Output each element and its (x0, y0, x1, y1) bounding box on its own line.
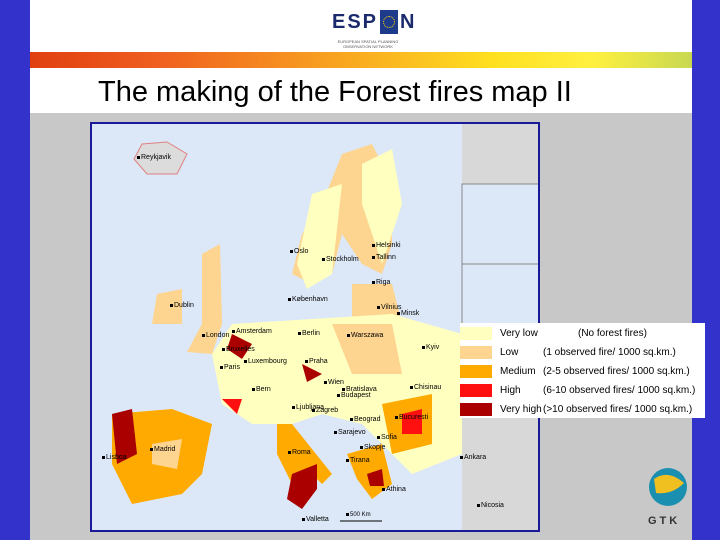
color-swatch (460, 326, 492, 340)
city-label: Valletta (302, 516, 329, 523)
city-label: Sofia (377, 434, 397, 441)
slide-header: ESP N EUROPEAN SPATIAL PLANNING OBSERVAT… (30, 0, 692, 52)
legend-desc: (>10 observed fires/ 1000 sq.km.) (543, 403, 693, 415)
city-label: Skopje (360, 444, 385, 451)
color-swatch (460, 383, 492, 397)
city-label: Tirana (346, 457, 370, 464)
legend-desc: (1 observed fire/ 1000 sq.km.) (543, 346, 676, 358)
logo-text: ESP (332, 10, 379, 33)
logo-text: N (400, 10, 417, 33)
legend-desc: (2-5 observed fires/ 1000 sq.km.) (543, 365, 690, 377)
scale-label: 500 Km (346, 512, 371, 518)
legend-label: Very high (500, 403, 542, 415)
legend-item-low: Low (1 observed fire/ 1000 sq.km.) (460, 343, 676, 361)
city-label: Chisinau (410, 384, 441, 391)
color-swatch (460, 364, 492, 378)
city-label: Athina (382, 486, 406, 493)
eu-flag-icon (380, 10, 399, 34)
slide-title: The making of the Forest fires map II (98, 76, 572, 108)
city-label: Ankara (460, 454, 486, 461)
inset-map (461, 183, 538, 265)
city-label: Madrid (150, 446, 175, 453)
legend-item-medium: Medium (2-5 observed fires/ 1000 sq.km.) (460, 362, 690, 380)
city-label: Lisboa (102, 454, 127, 461)
city-label: Nicosia (477, 502, 504, 509)
city-label: Berlin (298, 330, 320, 337)
city-label: Budapest (337, 392, 371, 399)
city-label: Bruxelles (222, 346, 255, 353)
city-label: Dublin (170, 302, 194, 309)
city-label: Paris (220, 364, 240, 371)
city-label: København (288, 296, 328, 303)
city-label: Riga (372, 279, 390, 286)
color-swatch (460, 402, 492, 416)
espon-logo: ESP N (332, 10, 416, 34)
city-label: London (202, 332, 229, 339)
city-label: Reykjavik (137, 154, 171, 161)
city-label: Praha (305, 358, 328, 365)
norway (297, 184, 342, 289)
city-label: Bucuresti (395, 414, 428, 421)
city-label: Wien (324, 379, 344, 386)
left-border (0, 0, 30, 540)
legend-item-high: High (6-10 observed fires/ 1000 sq.km.) (460, 381, 695, 399)
city-label: Stockholm (322, 256, 359, 263)
gtk-text: GTK (648, 515, 681, 527)
city-label: Luxembourg (244, 358, 287, 365)
map-legend: Very low (No forest fires) Low (1 observed… (460, 323, 705, 418)
logo-tagline: EUROPEAN SPATIAL PLANNING OBSERVATION NE… (337, 39, 399, 49)
central-spain (152, 439, 182, 469)
legend-label: Medium (500, 365, 536, 377)
right-border (692, 0, 720, 540)
legend-label: High (500, 384, 521, 396)
city-label: Zagreb (312, 407, 338, 414)
legend-desc: (No forest fires) (578, 327, 647, 339)
legend-item-very-high: Very high (>10 observed fires/ 1000 sq.km… (460, 400, 692, 418)
gtk-logo: GTK (640, 465, 692, 535)
city-label: Helsinki (372, 242, 401, 249)
city-label: Sarajevo (334, 429, 366, 436)
city-label: Beograd (350, 416, 380, 423)
inset-map (461, 263, 538, 325)
city-label: Amsterdam (232, 328, 272, 335)
city-label: Warszawa (347, 332, 383, 339)
gtk-globe-icon (649, 468, 687, 506)
city-label: Roma (288, 449, 311, 456)
city-label: Minsk (397, 310, 419, 317)
city-label: Bern (252, 386, 271, 393)
city-label: Tallinn (372, 254, 396, 261)
city-label: Kyiv (422, 344, 439, 351)
decorative-stripe (30, 52, 692, 68)
legend-label: Very low (500, 327, 538, 339)
city-label: Oslo (290, 248, 308, 255)
legend-desc: (6-10 observed fires/ 1000 sq.km.) (543, 384, 696, 396)
legend-label: Low (500, 346, 519, 358)
color-swatch (460, 345, 492, 359)
title-bar: The making of the Forest fires map II (30, 68, 692, 113)
legend-item-very-low: Very low (No forest fires) (460, 324, 647, 342)
